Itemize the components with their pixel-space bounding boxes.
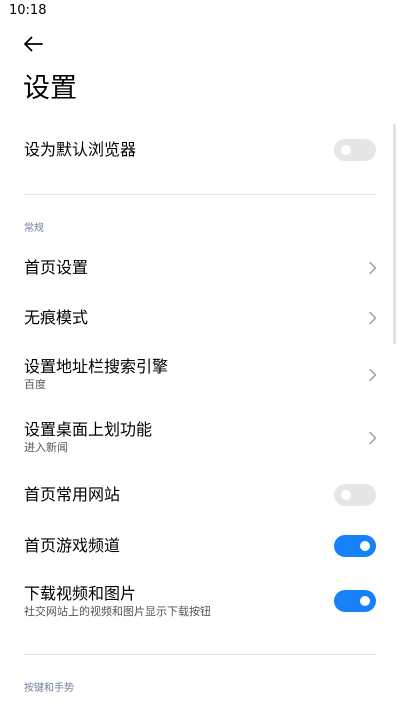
download-media-row[interactable]: 下载视频和图片 社交网站上的视频和图片显示下载按钮 (0, 580, 400, 626)
status-bar: 10:18 (0, 0, 400, 22)
row-title: 设为默认浏览器 (24, 140, 137, 159)
row-subtitle: 百度 (24, 378, 46, 391)
toggle-knob (360, 541, 370, 551)
search-engine-row[interactable]: 设置地址栏搜索引擎 百度 (0, 352, 400, 398)
frequent-sites-row[interactable]: 首页常用网站 (0, 477, 400, 513)
download-media-toggle[interactable] (334, 590, 376, 612)
default-browser-row[interactable]: 设为默认浏览器 (0, 130, 400, 170)
row-subtitle: 进入新闻 (24, 441, 68, 454)
incognito-mode-row[interactable]: 无痕模式 (0, 300, 400, 336)
section-label-keys-gestures: 按键和手势 (24, 683, 74, 694)
row-title: 首页游戏频道 (24, 536, 121, 555)
row-title: 设置桌面上划功能 (24, 420, 153, 439)
chevron-right-icon (369, 368, 377, 382)
settings-screen: 10:18 设置 设为默认浏览器 常规 首页设置 无痕模式 设置地址栏搜索引擎 … (0, 0, 400, 712)
row-title: 首页设置 (24, 258, 89, 277)
game-channel-toggle[interactable] (334, 535, 376, 557)
toggle-knob (360, 596, 370, 606)
row-subtitle: 社交网站上的视频和图片显示下载按钮 (24, 605, 211, 618)
toggle-knob (341, 145, 351, 155)
divider (24, 194, 376, 195)
status-time: 10:18 (9, 3, 47, 18)
chevron-right-icon (369, 261, 377, 275)
homepage-settings-row[interactable]: 首页设置 (0, 250, 400, 286)
swipe-up-function-row[interactable]: 设置桌面上划功能 进入新闻 (0, 415, 400, 461)
scrollbar[interactable] (393, 124, 396, 344)
divider (24, 654, 376, 655)
row-title: 下载视频和图片 (24, 584, 137, 603)
frequent-sites-toggle[interactable] (334, 484, 376, 506)
arrow-left-icon (24, 36, 43, 52)
row-title: 首页常用网站 (24, 485, 121, 504)
chevron-right-icon (369, 311, 377, 325)
chevron-right-icon (369, 431, 377, 445)
page-title: 设置 (23, 73, 77, 104)
row-title: 设置地址栏搜索引擎 (24, 357, 169, 376)
toggle-knob (341, 490, 351, 500)
default-browser-toggle[interactable] (334, 139, 376, 161)
game-channel-row[interactable]: 首页游戏频道 (0, 528, 400, 564)
section-label-general: 常规 (24, 223, 44, 234)
back-button[interactable] (18, 30, 48, 58)
row-title: 无痕模式 (24, 308, 89, 327)
